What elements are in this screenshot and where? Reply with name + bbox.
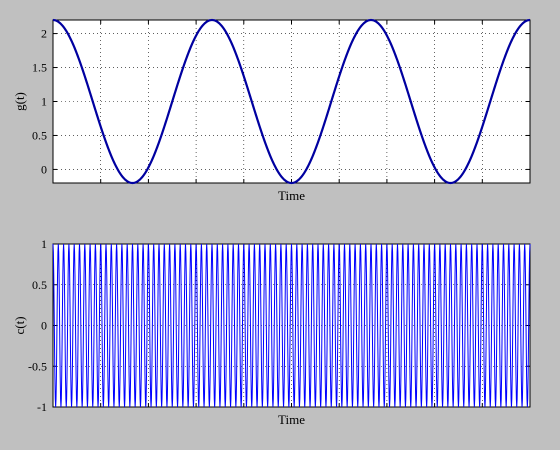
figure: 0 0.5 1 1.5 2 Time g(t) -1 -0.5 0 0.5 1 Time c(t… xyxy=(12,18,531,427)
y-tick-label: 1.5 xyxy=(32,61,47,75)
y-tick-label: 0.5 xyxy=(32,128,47,142)
y-axis-label-bottom: c(t) xyxy=(12,316,27,334)
y-tick-label: 1 xyxy=(41,95,47,109)
x-axis-label-top: Time xyxy=(278,188,305,203)
y-tick-label: 0 xyxy=(41,162,47,176)
y-tick-label: -1 xyxy=(37,400,47,414)
y-axis-label-top: g(t) xyxy=(12,92,27,111)
x-axis-label-bottom: Time xyxy=(278,412,305,427)
plot-c-of-t: -1 -0.5 0 0.5 1 Time c(t) xyxy=(12,237,531,427)
y-tick-label: 0.5 xyxy=(32,278,47,292)
y-tick-label: 0 xyxy=(41,319,47,333)
y-tick-label: -0.5 xyxy=(28,359,47,373)
y-tick-label: 1 xyxy=(41,237,47,251)
plot-g-of-t: 0 0.5 1 1.5 2 Time g(t) xyxy=(12,18,531,203)
y-tick-label: 2 xyxy=(41,27,47,41)
